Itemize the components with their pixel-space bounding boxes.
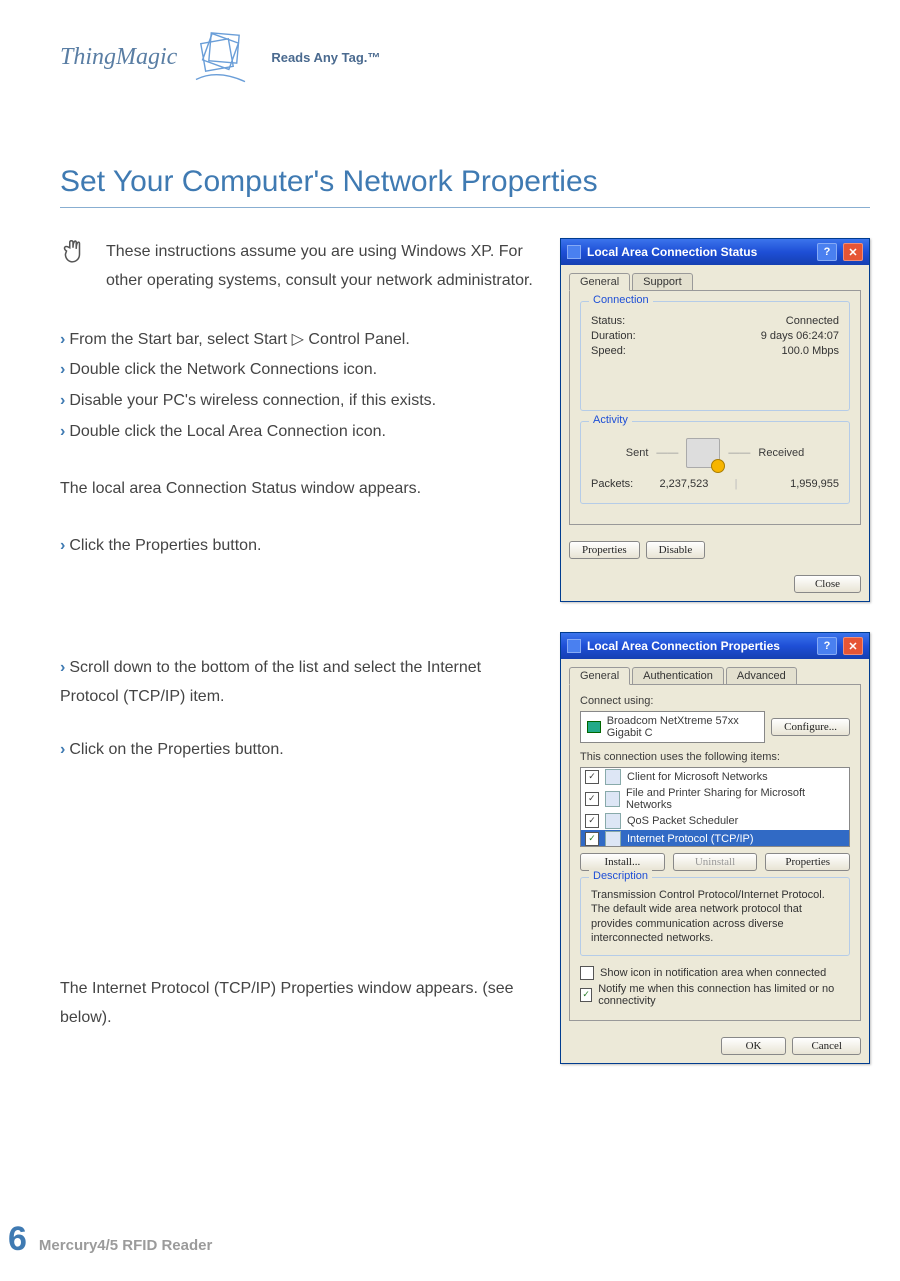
disable-button[interactable]: Disable	[646, 541, 706, 559]
bullet-icon: ›	[60, 361, 65, 378]
label: Speed:	[591, 345, 626, 357]
dialog-title: Local Area Connection Status	[587, 245, 811, 259]
ok-button[interactable]: OK	[721, 1037, 787, 1055]
cancel-button[interactable]: Cancel	[792, 1037, 861, 1055]
help-button[interactable]: ?	[817, 243, 837, 261]
connection-properties-dialog: Local Area Connection Properties ? ✕ Gen…	[560, 632, 870, 1064]
label: Packets:	[591, 478, 633, 490]
checkbox-label: Show icon in notification area when conn…	[600, 967, 826, 979]
footer-text: Mercury4/5 RFID Reader	[39, 1237, 212, 1254]
checkbox-icon[interactable]: ✓	[585, 832, 599, 846]
value: 9 days 06:24:07	[761, 330, 839, 342]
fieldset-legend: Connection	[589, 294, 653, 306]
uninstall-button[interactable]: Uninstall	[673, 853, 758, 871]
fieldset-legend: Activity	[589, 414, 632, 426]
bullet-icon: ›	[60, 331, 65, 348]
section-title: Set Your Computer's Network Properties	[60, 165, 870, 208]
page-footer: 6 Mercury4/5 RFID Reader	[8, 1220, 212, 1259]
checkbox-label: Notify me when this connection has limit…	[598, 983, 850, 1007]
label: Status:	[591, 315, 625, 327]
bullet-icon: ›	[60, 423, 65, 440]
brand-header: ThingMagic Reads Any Tag.™	[60, 20, 870, 95]
packets-received: 1,959,955	[738, 478, 839, 490]
page-number: 6	[8, 1220, 27, 1259]
brand-logo-icon	[189, 20, 259, 95]
bullet-icon: ›	[60, 659, 65, 676]
bullet-icon: ›	[60, 537, 65, 554]
checkbox-icon[interactable]: ✓	[585, 792, 599, 806]
close-button[interactable]: Close	[794, 575, 861, 593]
step-text: From the Start bar, select Start ▷ Contr…	[69, 331, 409, 348]
service-icon	[605, 769, 621, 785]
packets-sent: 2,237,523	[633, 478, 734, 490]
received-label: Received	[758, 447, 804, 459]
tab-general[interactable]: General	[569, 273, 630, 291]
install-button[interactable]: Install...	[580, 853, 665, 871]
tab-advanced[interactable]: Advanced	[726, 667, 797, 685]
list-item-selected[interactable]: ✓Internet Protocol (TCP/IP)	[581, 830, 849, 847]
tab-general[interactable]: General	[569, 667, 630, 685]
connection-status-dialog: Local Area Connection Status ? ✕ General…	[560, 238, 870, 602]
tab-authentication[interactable]: Authentication	[632, 667, 724, 685]
value: 100.0 Mbps	[782, 345, 839, 357]
checkbox-icon[interactable]: ✓	[580, 988, 592, 1002]
close-button[interactable]: ✕	[843, 637, 863, 655]
checkbox-icon[interactable]: ✓	[585, 770, 599, 784]
bullet-icon: ›	[60, 392, 65, 409]
list-item[interactable]: ✓File and Printer Sharing for Microsoft …	[581, 786, 849, 812]
computer-icon	[686, 438, 720, 468]
sent-label: Sent	[626, 447, 649, 459]
tab-support[interactable]: Support	[632, 273, 693, 291]
network-icon	[567, 245, 581, 259]
list-item[interactable]: ✓QoS Packet Scheduler	[581, 812, 849, 830]
label: Connect using:	[580, 695, 850, 707]
configure-button[interactable]: Configure...	[771, 718, 850, 736]
dialog-title: Local Area Connection Properties	[587, 639, 811, 653]
properties-button[interactable]: Properties	[569, 541, 640, 559]
properties-button[interactable]: Properties	[765, 853, 850, 871]
help-button[interactable]: ?	[817, 637, 837, 655]
checkbox-icon[interactable]: ✓	[585, 814, 599, 828]
label: This connection uses the following items…	[580, 751, 850, 763]
step-text: Click on the Properties button.	[69, 741, 283, 758]
nic-icon	[587, 721, 601, 733]
step-text: Click the Properties button.	[69, 537, 261, 554]
hand-note-icon	[60, 238, 90, 296]
value: Connected	[786, 315, 839, 327]
service-icon	[605, 813, 621, 829]
adapter-name: Broadcom NetXtreme 57xx Gigabit C	[607, 715, 758, 739]
network-icon	[567, 639, 581, 653]
list-item[interactable]: ✓Client for Microsoft Networks	[581, 768, 849, 786]
checkbox-icon[interactable]	[580, 966, 594, 980]
step-text: Disable your PC's wireless connection, i…	[69, 392, 436, 409]
brand-tagline: Reads Any Tag.™	[271, 50, 380, 65]
paragraph: The local area Connection Status window …	[60, 475, 540, 504]
adapter-field: Broadcom NetXtreme 57xx Gigabit C	[580, 711, 765, 743]
service-icon	[605, 791, 620, 807]
brand-name: ThingMagic	[60, 44, 177, 71]
connection-items-list[interactable]: ✓Client for Microsoft Networks ✓File and…	[580, 767, 850, 847]
step-text: Scroll down to the bottom of the list an…	[60, 659, 481, 705]
step-text: Double click the Local Area Connection i…	[69, 423, 386, 440]
step-text: Double click the Network Connections ico…	[69, 361, 377, 378]
description-text: Transmission Control Protocol/Internet P…	[591, 888, 839, 945]
fieldset-legend: Description	[589, 870, 652, 882]
close-button[interactable]: ✕	[843, 243, 863, 261]
label: Duration:	[591, 330, 636, 342]
bullet-icon: ›	[60, 741, 65, 758]
paragraph: The Internet Protocol (TCP/IP) Propertie…	[60, 975, 540, 1033]
protocol-icon	[605, 831, 621, 847]
note-text: These instructions assume you are using …	[106, 238, 540, 296]
